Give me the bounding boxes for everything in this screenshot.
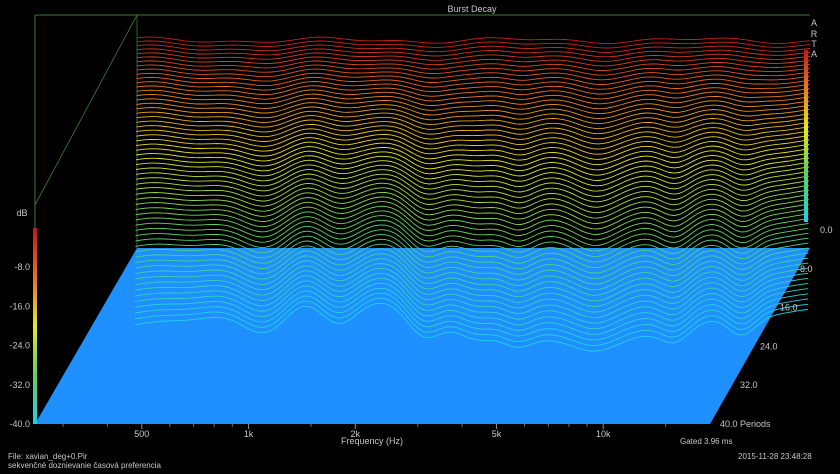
file-name: File: xavian_deg+0.Pir bbox=[8, 452, 88, 461]
z-tick-label: 16.0 bbox=[780, 303, 798, 313]
svg-text:R: R bbox=[811, 29, 818, 39]
chart-title: Burst Decay bbox=[447, 4, 497, 14]
z-tick-label: 8.0 bbox=[800, 264, 813, 274]
x-tick-label: 500 bbox=[134, 429, 149, 439]
x-tick-label: 5k bbox=[492, 429, 502, 439]
z-tick-label: 24.0 bbox=[760, 341, 778, 351]
decay-slice bbox=[136, 48, 810, 58]
z-tick-label: 0.0 bbox=[820, 225, 833, 235]
decay-slice bbox=[135, 168, 809, 197]
burst-decay-chart: Burst Decay dB -8.0-16.0-24.0-32.0-40.0 … bbox=[9, 4, 833, 446]
decay-slice bbox=[135, 155, 810, 181]
x-axis-label: Frequency (Hz) bbox=[341, 436, 403, 446]
db-tick-label: -32.0 bbox=[9, 380, 30, 390]
z-tick-label: 32.0 bbox=[740, 380, 758, 390]
decay-slice bbox=[136, 150, 810, 176]
x-tick-label: 10k bbox=[596, 429, 611, 439]
decay-slice bbox=[135, 178, 809, 208]
decay-slice bbox=[135, 173, 809, 203]
timestamp: 2015-11-28 23:48:28 bbox=[738, 452, 812, 461]
arta-brand: A bbox=[811, 18, 817, 28]
db-tick-label: -16.0 bbox=[9, 301, 30, 311]
z-tick-label: 40.0 Periods bbox=[720, 419, 771, 429]
db-axis-label: dB bbox=[16, 208, 27, 218]
decay-slice bbox=[135, 164, 810, 192]
db-color-bar: dB -8.0 -16.0 -24.0 -32.0 -40.0 bbox=[9, 208, 37, 429]
db-tick-label: -8.0 bbox=[14, 262, 30, 272]
x-tick-label: 1k bbox=[244, 429, 254, 439]
decay-slice bbox=[136, 44, 810, 53]
svg-text:A: A bbox=[811, 49, 817, 59]
decay-slice bbox=[135, 159, 810, 187]
decay-slice bbox=[136, 52, 810, 62]
description: sekvenčné doznievanie časová preferencia bbox=[8, 461, 161, 470]
db-tick-label: -40.0 bbox=[9, 419, 30, 429]
svg-text:T: T bbox=[811, 39, 817, 49]
gated-label: Gated 3.96 ms bbox=[680, 437, 733, 446]
db-tick-label: -24.0 bbox=[9, 341, 30, 351]
